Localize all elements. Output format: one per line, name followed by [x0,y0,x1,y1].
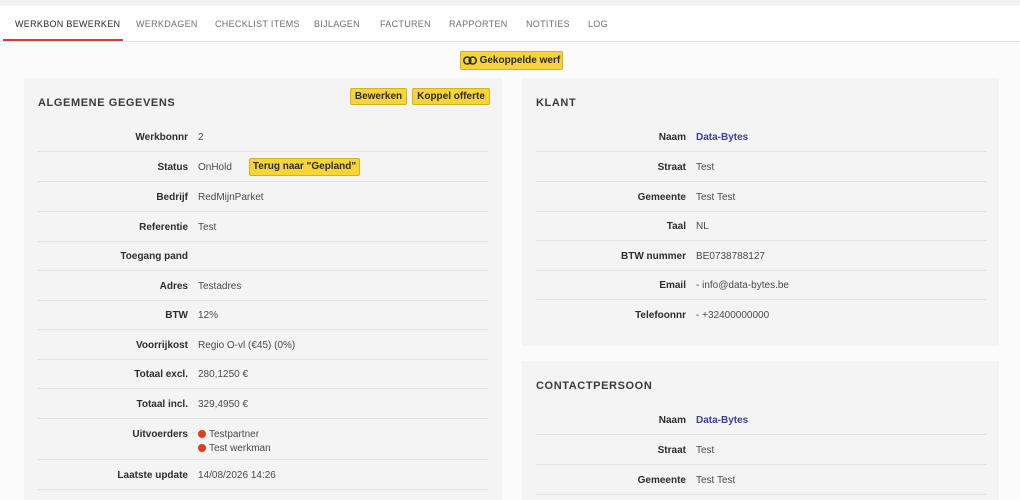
row-customer-btw: BTW nummer BE0738788127 [536,242,986,271]
row-contact-straat: Straat Test [536,436,986,465]
label-customer-gemeente: Gemeente [637,192,686,203]
label-customer-telefoon: Telefoonnr [635,310,686,321]
value-btw: 12% [198,310,219,321]
status-dot-icon [198,444,206,452]
label-toegang-pand: Toegang pand [120,251,188,262]
label-referentie: Referentie [139,222,188,233]
contact-card: CONTACTPERSOON Naam Data-Bytes Straat Te… [522,361,999,500]
value-totaal-excl: 280,1250 € [198,369,249,380]
value-contact-straat: Test [696,445,715,456]
label-customer-straat: Straat [657,162,686,173]
value-customer-telefoon: - +32400000000 [696,310,770,321]
value-contact-gemeente: Test Test [696,475,736,486]
value-customer-btw: BE0738788127 [696,251,765,262]
uitvoerder-item: Testpartner [198,428,271,442]
link-quote-button[interactable]: Koppel offerte [412,88,490,105]
value-totaal-incl: 329,4950 € [198,399,249,410]
value-uitvoerders: Testpartner Test werkman [198,428,271,456]
linked-site-button[interactable]: Gekoppelde werf [460,51,563,70]
general-card: ALGEMENE GEGEVENS Bewerken Koppel offert… [24,78,502,500]
label-voorrijkost: Voorrijkost [135,340,188,351]
label-werkbonnr: Werkbonnr [135,132,188,143]
row-btw: BTW 12% [38,301,488,330]
value-werkbonnr: 2 [198,132,204,143]
value-voorrijkost: Regio O-vl (€45) (0%) [198,340,296,351]
row-uitvoerders: Uitvoerders Testpartner Test werkman [38,420,488,460]
label-bedrijf: Bedrijf [156,192,188,203]
value-adres: Testadres [198,281,242,292]
row-customer-gemeente: Gemeente Test Test [536,183,986,212]
active-tab-underline [3,39,123,41]
row-contact-naam: Naam Data-Bytes [536,406,986,435]
label-customer-naam: Naam [658,132,686,143]
label-uitvoerders: Uitvoerders [132,429,188,440]
label-customer-taal: Taal [666,221,686,232]
customer-card: KLANT Naam Data-Bytes Straat Test Gemeen… [522,78,999,346]
label-contact-straat: Straat [657,445,686,456]
edit-button[interactable]: Bewerken [350,88,407,105]
row-toegang-pand: Toegang pand [38,242,488,271]
label-laatste-update: Laatste update [117,470,188,481]
contact-title: CONTACTPERSOON [536,380,653,392]
tab-rapporten[interactable]: RAPPORTEN [449,6,508,42]
row-customer-email: Email - info@data-bytes.be [536,271,986,300]
tab-log[interactable]: LOG [588,6,608,42]
label-totaal-excl: Totaal excl. [134,369,188,380]
label-totaal-incl: Totaal incl. [136,399,189,410]
tab-bar: WERKBON BEWERKEN WERKDAGEN CHECKLIST ITE… [0,6,1020,42]
label-contact-gemeente: Gemeente [637,475,686,486]
general-title: ALGEMENE GEGEVENS [38,97,176,109]
value-customer-gemeente: Test Test [696,192,736,203]
status-dot-icon [198,430,206,438]
row-adres: Adres Testadres [38,272,488,301]
row-customer-telefoon: Telefoonnr - +32400000000 [536,301,986,330]
value-referentie: Test [198,222,217,233]
uitvoerder-item: Test werkman [198,442,271,456]
label-btw: BTW [165,310,188,321]
tab-checklist-items[interactable]: CHECKLIST ITEMS [215,6,300,42]
value-status: OnHold [198,162,232,173]
row-referentie: Referentie Test [38,213,488,242]
row-status: Status OnHold Terug naar "Gepland" [38,153,488,182]
customer-title: KLANT [536,97,577,109]
tab-facturen[interactable]: FACTUREN [380,6,431,42]
row-customer-taal: Taal NL [536,212,986,241]
tab-notities[interactable]: NOTITIES [526,6,570,42]
label-customer-email: Email [659,280,686,291]
value-bedrijf: RedMijnParket [198,192,264,203]
row-contact-gemeente: Gemeente Test Test [536,466,986,495]
row-totaal-excl: Totaal excl. 280,1250 € [38,360,488,389]
tab-werkbon-bewerken[interactable]: WERKBON BEWERKEN [15,6,120,42]
row-laatste-update: Laatste update 14/08/2026 14:26 [38,461,488,490]
value-customer-taal: NL [696,221,709,232]
label-contact-naam: Naam [658,415,686,426]
label-status: Status [157,162,188,173]
tab-werkdagen[interactable]: WERKDAGEN [136,6,198,42]
back-to-planned-button[interactable]: Terug naar "Gepland" [249,158,360,176]
customer-name-link[interactable]: Data-Bytes [696,123,748,152]
row-bedrijf: Bedrijf RedMijnParket [38,183,488,212]
row-werkbonnr: Werkbonnr 2 [38,123,488,152]
label-adres: Adres [159,281,188,292]
link-icon [462,56,477,65]
linked-site-label: Gekoppelde werf [479,55,561,66]
row-totaal-incl: Totaal incl. 329,4950 € [38,390,488,419]
row-voorrijkost: Voorrijkost Regio O-vl (€45) (0%) [38,331,488,360]
value-customer-email: - info@data-bytes.be [696,280,789,291]
value-customer-straat: Test [696,162,715,173]
contact-name-link[interactable]: Data-Bytes [696,406,748,435]
row-customer-straat: Straat Test [536,153,986,182]
row-customer-naam: Naam Data-Bytes [536,123,986,152]
value-laatste-update: 14/08/2026 14:26 [198,470,276,481]
label-customer-btw: BTW nummer [621,251,686,262]
tab-bijlagen[interactable]: BIJLAGEN [314,6,360,42]
